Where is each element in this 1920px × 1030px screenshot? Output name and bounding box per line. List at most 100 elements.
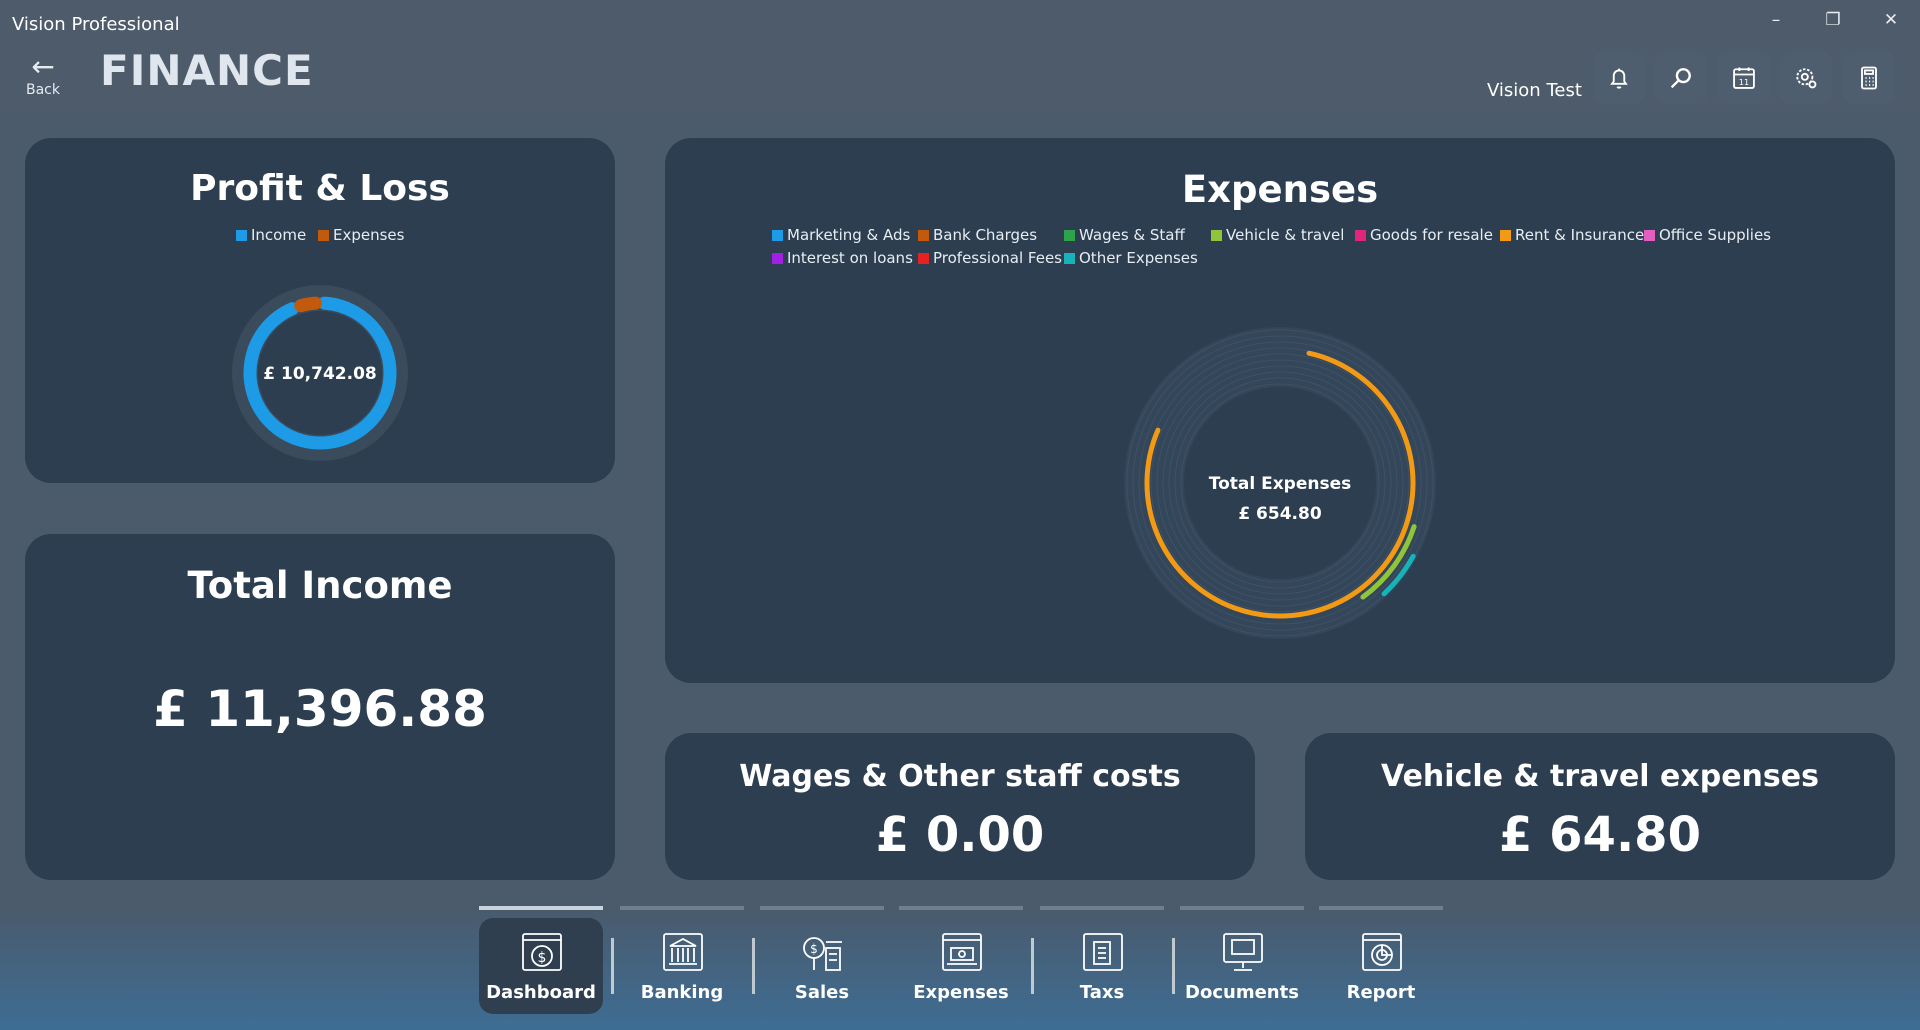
nav-indicator-dashboard [479, 906, 603, 910]
legend-swatch [318, 229, 329, 241]
back-button[interactable]: ← Back [20, 50, 66, 100]
nav-indicator-banking [620, 906, 744, 910]
profit-loss-card: Profit & Loss Income Expenses £ 10,742.0… [25, 138, 615, 483]
legend-swatch [1064, 252, 1075, 264]
nav-separator [611, 938, 614, 994]
expenses-title: Expenses [1181, 168, 1379, 211]
page-title: FINANCE [100, 46, 314, 95]
nav-label: Documents [1185, 982, 1299, 1003]
legend-swatch [772, 229, 783, 241]
notifications-button[interactable] [1593, 52, 1645, 104]
nav-report[interactable]: Report [1319, 918, 1443, 1014]
nav-indicator-report [1319, 906, 1443, 910]
bank-icon [663, 933, 703, 971]
nav-taxs[interactable]: Taxs [1040, 918, 1164, 1014]
legend-label: Goods for resale [1370, 226, 1493, 244]
expenses-legend: Marketing & Ads Bank Charges Wages & Staff… [772, 226, 1822, 286]
profit-loss-title: Profit & Loss [190, 168, 450, 209]
legend-swatch [1500, 229, 1511, 241]
close-button[interactable]: ✕ [1873, 8, 1909, 32]
wages-value: £ 0.00 [875, 807, 1045, 863]
expenses-chart: Total Expenses £ 654.80 [1124, 327, 1436, 639]
legend-item: Rent & Insurance [1500, 226, 1644, 244]
legend-label: Vehicle & travel [1226, 226, 1345, 244]
taxes-icon [1083, 933, 1123, 971]
legend-item: Interest on loans [772, 249, 913, 267]
legend-label: Office Supplies [1659, 226, 1772, 244]
nav-separator [752, 938, 755, 994]
nav-indicator-taxs [1040, 906, 1164, 910]
total-income-title: Total Income [187, 564, 453, 607]
expenses-card: Expenses Marketing & Ads Bank Charges Wage… [665, 138, 1895, 683]
legend-item-expenses: Expenses [318, 226, 404, 244]
legend-item: Goods for resale [1355, 226, 1493, 244]
settings-button[interactable] [1780, 52, 1832, 104]
legend-label: Wages & Staff [1079, 226, 1185, 244]
profit-loss-chart: £ 10,742.08 [232, 285, 408, 461]
legend-label: Professional Fees [933, 249, 1062, 267]
legend-swatch [918, 229, 929, 241]
calculator-button[interactable] [1843, 52, 1895, 104]
nav-label: Banking [640, 982, 724, 1003]
legend-swatch [772, 252, 783, 264]
legend-swatch [1355, 229, 1366, 241]
calculator-icon [1861, 66, 1877, 90]
back-label: Back [26, 82, 60, 98]
nav-separator [1172, 938, 1175, 994]
legend-item: Marketing & Ads [772, 226, 910, 244]
back-arrow-icon: ← [31, 50, 55, 83]
svg-text:$: $ [810, 942, 818, 956]
calendar-button[interactable]: 11 [1718, 52, 1770, 104]
legend-swatch [1064, 229, 1075, 241]
app-header: Vision Professional – ❐ ✕ ← Back FINANCE… [0, 0, 1920, 113]
legend-label: Interest on loans [787, 249, 913, 267]
total-income-card: Total Income £ 11,396.88 [25, 534, 615, 880]
wages-title: Wages & Other staff costs [739, 759, 1181, 794]
legend-label: Income [251, 226, 307, 244]
nav-documents[interactable]: Documents [1180, 918, 1304, 1014]
legend-item: Wages & Staff [1064, 226, 1185, 244]
search-icon [1670, 68, 1691, 89]
legend-item: Vehicle & travel [1211, 226, 1344, 244]
expenses-icon [942, 933, 982, 971]
documents-icon [1223, 933, 1263, 971]
search-button[interactable] [1655, 52, 1707, 104]
svg-text:$: $ [538, 950, 547, 966]
nav-indicator-documents [1180, 906, 1304, 910]
legend-label: Expenses [333, 226, 405, 244]
nav-indicator-expenses [899, 906, 1023, 910]
legend-swatch [1644, 229, 1655, 241]
minimize-button[interactable]: – [1758, 8, 1794, 32]
legend-item: Professional Fees [918, 249, 1062, 267]
nav-separator [1031, 938, 1034, 994]
vehicle-value: £ 64.80 [1499, 807, 1701, 863]
nav-label: Taxs [1079, 982, 1125, 1003]
svg-text:11: 11 [1739, 77, 1749, 87]
profit-loss-center-value: £ 10,742.08 [263, 364, 376, 384]
legend-label: Marketing & Ads [787, 226, 911, 244]
legend-item: Office Supplies [1644, 226, 1771, 244]
nav-sales[interactable]: $ Sales [760, 918, 884, 1014]
nav-label: Expenses [913, 982, 1009, 1003]
bell-icon [1610, 68, 1628, 89]
legend-label: Other Expenses [1079, 249, 1198, 267]
calendar-icon: 11 [1733, 67, 1755, 89]
legend-swatch [236, 229, 247, 241]
nav-label: Report [1346, 982, 1416, 1003]
legend-label: Rent & Insurance [1515, 226, 1645, 244]
ring-segment-expenses [294, 296, 323, 313]
sales-icon: $ [803, 937, 842, 971]
report-icon [1362, 933, 1402, 971]
vehicle-card: Vehicle & travel expenses £ 64.80 [1305, 733, 1895, 880]
legend-item-income: Income [236, 226, 306, 244]
restore-button[interactable]: ❐ [1815, 8, 1851, 32]
legend-label: Bank Charges [933, 226, 1038, 244]
nav-indicator-sales [760, 906, 884, 910]
nav-dashboard[interactable]: $ Dashboard [479, 918, 603, 1014]
legend-swatch [1211, 229, 1222, 241]
nav-label: Dashboard [486, 982, 596, 1003]
legend-item: Bank Charges [918, 226, 1037, 244]
nav-expenses[interactable]: Expenses [899, 918, 1023, 1014]
nav-banking[interactable]: Banking [620, 918, 744, 1014]
legend-item: Other Expenses [1064, 249, 1198, 267]
